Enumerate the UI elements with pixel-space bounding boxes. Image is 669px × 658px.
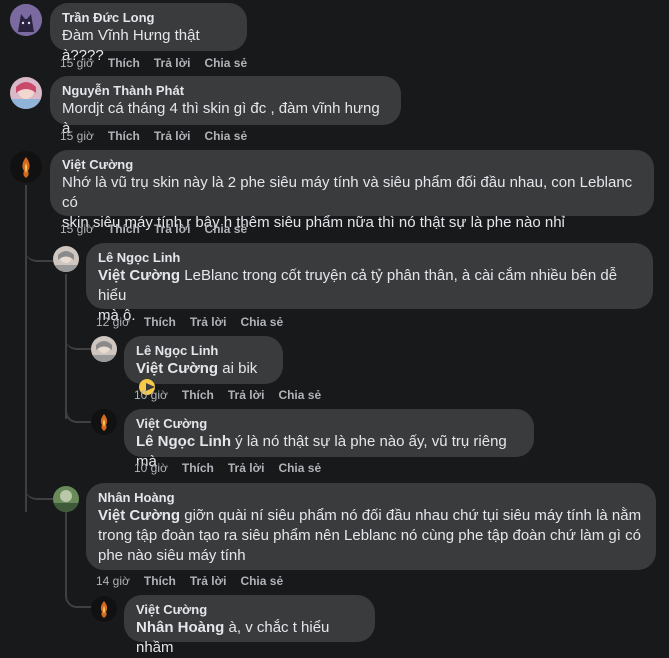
comment-actions: 10 giờ Thích Trả lời Chia sẻ	[134, 388, 335, 402]
like-button[interactable]: Thích	[144, 315, 176, 329]
mention-link[interactable]: Việt Cường	[98, 267, 180, 284]
comment-bubble: Việt Cường Nhân Hoàng à, v chắc t hiểu n…	[124, 595, 375, 656]
comment-bubble: Việt Cường Nhớ là vũ trụ skin này là 2 p…	[50, 150, 654, 231]
comment-bubble: Nhân Hoàng Việt Cường giỡn quài ní siêu …	[86, 483, 656, 570]
comment-text-line: Nhớ là vũ trụ skin này là 2 phe siêu máy…	[62, 174, 633, 211]
comment-bubble: Nguyễn Thành Phát Mordjt cá tháng 4 thì …	[50, 76, 401, 137]
thread-connector-2	[65, 330, 91, 350]
mention-link[interactable]: Việt Cường	[98, 507, 180, 524]
share-button[interactable]: Chia sẻ	[204, 56, 247, 70]
avatar[interactable]	[53, 246, 79, 272]
comment-time[interactable]: 12 giờ	[96, 315, 130, 329]
like-button[interactable]: Thích	[108, 129, 140, 143]
comment-actions: 15 giờ Thích Trả lời Chia sẻ	[60, 222, 261, 236]
comment-author[interactable]: Lê Ngọc Linh	[98, 250, 641, 266]
comment-text-line: phe nào siêu máy tính	[98, 547, 246, 564]
reply-button[interactable]: Trả lời	[228, 388, 265, 402]
like-button[interactable]: Thích	[144, 574, 176, 588]
comment-text-segment: ai bik	[218, 360, 258, 377]
comment-bubble: Lê Ngọc Linh Việt Cường ai bik	[124, 336, 283, 395]
comment-author[interactable]: Việt Cường	[62, 157, 642, 173]
comment-author[interactable]: Nhân Hoàng	[98, 490, 644, 506]
comment-actions: 10 giờ Thích Trả lời Chia sẻ	[134, 461, 335, 475]
avatar-image-icon	[53, 486, 79, 512]
comment-text-line: trong tập đoàn tạo ra siêu phẩm nên Lebl…	[98, 527, 641, 544]
reply-button[interactable]: Trả lời	[190, 315, 227, 329]
comment-time[interactable]: 10 giờ	[134, 388, 168, 402]
reply-button[interactable]: Trả lời	[154, 129, 191, 143]
comment-time[interactable]: 15 giờ	[60, 222, 94, 236]
avatar[interactable]	[10, 151, 42, 183]
comment-author[interactable]: Việt Cường	[136, 602, 363, 618]
comment-actions: 15 giờ Thích Trả lời Chia sẻ	[60, 56, 261, 70]
mention-link[interactable]: Lê Ngọc Linh	[136, 433, 231, 450]
comment-bubble: Việt Cường Lê Ngọc Linh ý là nó thật sự …	[124, 409, 534, 470]
avatar[interactable]	[91, 409, 117, 435]
thread-line-sub	[65, 274, 67, 419]
reply-button[interactable]: Trả lời	[190, 574, 227, 588]
avatar-image-icon	[91, 336, 117, 362]
reply-button[interactable]: Trả lời	[154, 222, 191, 236]
avatar-flame-icon	[91, 596, 117, 622]
avatar-wolf-icon	[10, 4, 42, 36]
thread-connector-1	[25, 240, 53, 262]
comment-actions: 14 giờ Thích Trả lời Chia sẻ	[96, 574, 297, 588]
avatar[interactable]	[10, 77, 42, 109]
thread-line-main	[25, 185, 27, 512]
share-button[interactable]: Chia sẻ	[240, 574, 283, 588]
thread-line-sub2	[65, 512, 67, 594]
comment-text: Việt Cường LeBlanc trong cốt truyện cả t…	[98, 266, 641, 306]
avatar[interactable]	[10, 4, 42, 36]
comment-author[interactable]: Nguyễn Thành Phát	[62, 83, 389, 99]
like-button[interactable]: Thích	[182, 388, 214, 402]
comment-time[interactable]: 10 giờ	[134, 461, 168, 475]
mention-link[interactable]: Nhân Hoàng	[136, 619, 224, 636]
reply-button[interactable]: Trả lời	[154, 56, 191, 70]
like-button[interactable]: Thích	[108, 222, 140, 236]
avatar-image-icon	[10, 77, 42, 109]
comment-time[interactable]: 15 giờ	[60, 56, 94, 70]
comment-author[interactable]: Lê Ngọc Linh	[136, 343, 271, 359]
avatar-flame-icon	[10, 151, 42, 183]
like-button[interactable]: Thích	[182, 461, 214, 475]
comment-text: Việt Cường giỡn quài ní siêu phẩm nó đối…	[98, 506, 644, 526]
thread-connector-4	[25, 488, 53, 500]
comment-bubble: Trần Đức Long Đàm Vĩnh Hưng thật à????	[50, 3, 247, 64]
mention-link[interactable]: Việt Cường	[136, 360, 218, 377]
comment-bubble: Lê Ngọc Linh Việt Cường LeBlanc trong cố…	[86, 243, 653, 324]
share-button[interactable]: Chia sẻ	[204, 222, 247, 236]
comment-actions: 15 giờ Thích Trả lời Chia sẻ	[60, 129, 261, 143]
reply-button[interactable]: Trả lời	[228, 461, 265, 475]
avatar[interactable]	[91, 336, 117, 362]
comment-text-segment: giỡn quài ní siêu phẩm nó đối đầu nhau c…	[180, 507, 642, 524]
share-button[interactable]: Chia sẻ	[240, 315, 283, 329]
comment-time[interactable]: 15 giờ	[60, 129, 94, 143]
comment-author[interactable]: Trần Đức Long	[62, 10, 235, 26]
share-button[interactable]: Chia sẻ	[278, 461, 321, 475]
thread-connector-5	[65, 590, 93, 608]
comment-actions: 12 giờ Thích Trả lời Chia sẻ	[96, 315, 297, 329]
avatar[interactable]	[91, 596, 117, 622]
avatar[interactable]	[53, 486, 79, 512]
like-button[interactable]: Thích	[108, 56, 140, 70]
thread-connector-3	[65, 405, 93, 423]
share-button[interactable]: Chia sẻ	[204, 129, 247, 143]
avatar-image-icon	[53, 246, 79, 272]
share-button[interactable]: Chia sẻ	[278, 388, 321, 402]
avatar-flame-icon	[91, 409, 117, 435]
comment-author[interactable]: Việt Cường	[136, 416, 522, 432]
comment-text: Nhân Hoàng à, v chắc t hiểu nhầm	[136, 618, 363, 658]
comment-time[interactable]: 14 giờ	[96, 574, 130, 588]
